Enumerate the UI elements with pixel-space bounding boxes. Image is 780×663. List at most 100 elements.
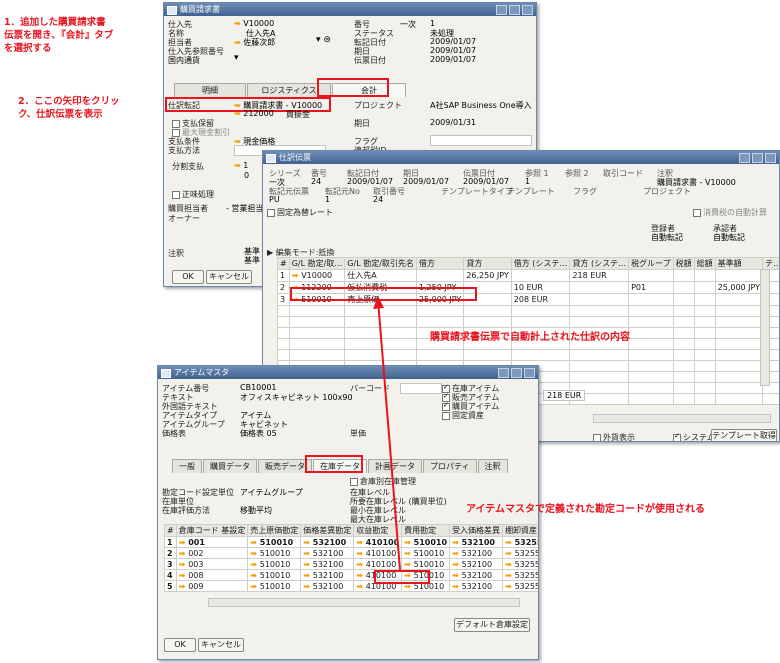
table-cell[interactable] <box>288 327 346 339</box>
link-arrow-icon[interactable]: ➡ <box>303 560 313 569</box>
item-column-header[interactable]: 価格差異勘定 <box>300 524 355 537</box>
journal-column-header[interactable]: G/L 勘定/取引先名 <box>344 257 417 270</box>
item-ok-button[interactable]: OK <box>164 638 196 652</box>
currency-dropdown-icon[interactable]: ▾ <box>234 53 239 63</box>
table-cell[interactable]: 1 <box>277 269 290 282</box>
default-warehouse-button[interactable]: デフォルト倉庫設定 <box>454 618 530 632</box>
table-cell[interactable]: 208 EUR <box>510 293 571 306</box>
link-arrow-icon[interactable]: ➡ <box>452 549 462 558</box>
table-cell[interactable] <box>628 327 674 339</box>
table-row[interactable]: 3 ➡ 003 ➡ 510010 ➡ 532100 ➡ 410100 ➡ 510010 ➡ … <box>164 558 538 570</box>
table-cell[interactable] <box>693 349 716 361</box>
link-arrow-icon[interactable]: ➡ <box>234 19 241 28</box>
close-icon[interactable] <box>524 368 535 378</box>
journal-column-header[interactable]: 貸方 <box>463 257 512 270</box>
barcode-input[interactable] <box>400 383 442 394</box>
checkbox-icon[interactable] <box>172 190 180 199</box>
table-cell[interactable] <box>714 316 764 328</box>
table-cell[interactable] <box>415 349 465 361</box>
contact-dropdown-icon[interactable]: ▾ ⊜ <box>316 35 331 45</box>
table-cell[interactable]: 10 EUR <box>510 281 571 294</box>
journal-column-header[interactable]: G/L 勘定/取… <box>288 257 346 270</box>
installments-arrow-icon[interactable]: ➡ <box>234 161 241 170</box>
item-column-header[interactable]: 売上原価勘定 <box>247 524 302 537</box>
journal-header-value[interactable]: 2009/01/07 <box>347 177 393 186</box>
maximize-icon[interactable] <box>752 153 763 163</box>
journal-column-header[interactable]: テ… <box>762 257 779 270</box>
link-arrow-icon[interactable]: ➡ <box>250 538 260 547</box>
table-cell[interactable]: ➡ 510010 <box>401 558 451 570</box>
table-cell[interactable]: ➡ 532550 <box>502 547 538 559</box>
account-field[interactable]: ➡ 212000 <box>234 109 274 118</box>
table-cell[interactable]: ➡ 410100 <box>353 536 403 548</box>
table-cell[interactable]: ➡ 002 <box>175 547 249 559</box>
table-cell[interactable] <box>693 382 716 394</box>
table-cell[interactable]: 3 <box>164 558 177 570</box>
table-cell[interactable]: 26,250 JPY <box>463 269 512 282</box>
item-tab[interactable]: 計画データ <box>368 459 422 473</box>
maximize-icon[interactable] <box>511 368 522 378</box>
item-cancel-button[interactable]: キャンセル <box>198 638 244 652</box>
table-cell[interactable] <box>693 393 716 405</box>
journal-column-header[interactable]: 総額 <box>693 257 716 270</box>
price-value[interactable]: 価格表 05 <box>240 428 277 439</box>
table-row[interactable]: 2 ➡ 002 ➡ 510010 ➡ 532100 ➡ 410100 ➡ 510010 ➡ … <box>164 547 538 559</box>
table-cell[interactable]: ➡ 410100 <box>353 547 403 559</box>
table-cell[interactable] <box>288 338 346 350</box>
fixed-rate-check[interactable]: 固定為替レート <box>267 207 333 218</box>
table-cell[interactable]: ➡ 532100 <box>449 558 504 570</box>
table-cell[interactable]: ➡ 532100 <box>300 580 355 592</box>
journal-header2-value[interactable]: PU <box>269 195 280 204</box>
link-arrow-icon[interactable]: ➡ <box>505 549 515 558</box>
auto-tax-check[interactable]: 消費税の自動計算 <box>693 207 767 218</box>
table-cell[interactable] <box>693 305 716 317</box>
link-arrow-icon[interactable]: ➡ <box>452 538 462 547</box>
link-arrow-icon[interactable]: ➡ <box>250 582 260 591</box>
minimize-icon[interactable] <box>496 5 507 15</box>
flag-select[interactable] <box>430 135 532 146</box>
currency-select[interactable]: 国内通貨 <box>168 55 200 66</box>
table-cell[interactable] <box>510 269 571 282</box>
link-arrow-icon[interactable]: ➡ <box>250 571 260 580</box>
link-arrow-icon[interactable]: ➡ <box>303 582 313 591</box>
table-cell[interactable] <box>672 316 695 328</box>
table-cell[interactable] <box>672 382 695 394</box>
table-cell[interactable] <box>628 316 674 328</box>
table-cell[interactable] <box>628 293 674 306</box>
table-cell[interactable] <box>510 305 571 317</box>
item-column-header[interactable]: 棚卸資産… <box>502 524 538 537</box>
table-cell[interactable] <box>672 281 695 294</box>
table-cell[interactable] <box>628 393 674 405</box>
link-arrow-icon[interactable]: ➡ <box>505 582 515 591</box>
table-cell[interactable]: ➡ 510010 <box>247 558 302 570</box>
table-cell[interactable]: 4 <box>164 569 177 581</box>
table-cell[interactable] <box>569 305 630 317</box>
posting-value[interactable]: 2009/01/07 <box>430 37 476 46</box>
vendor-field[interactable]: ➡ V10000 <box>234 19 274 28</box>
table-cell[interactable]: ➡ 009 <box>175 580 249 592</box>
table-cell[interactable] <box>628 382 674 394</box>
table-row[interactable]: 4 ➡ 008 ➡ 510010 ➡ 532100 ➡ 410100 ➡ 510010 ➡ … <box>164 569 538 581</box>
link-arrow-icon[interactable]: ➡ <box>292 271 302 280</box>
link-arrow-icon[interactable]: ➡ <box>303 571 313 580</box>
table-cell[interactable] <box>344 349 417 361</box>
close-icon[interactable] <box>522 5 533 15</box>
link-arrow-icon[interactable]: ➡ <box>356 582 366 591</box>
table-cell[interactable]: ➡ 003 <box>175 558 249 570</box>
table-cell[interactable] <box>672 269 695 282</box>
link-arrow-icon[interactable]: ➡ <box>179 560 189 569</box>
table-cell[interactable] <box>510 349 571 361</box>
link-arrow-icon[interactable]: ➡ <box>404 538 414 547</box>
number-value[interactable]: 1 <box>430 19 435 28</box>
link-arrow-icon[interactable]: ➡ <box>505 571 515 580</box>
checkbox-icon[interactable] <box>267 208 275 217</box>
table-cell[interactable] <box>672 360 695 372</box>
empty-row[interactable] <box>277 305 779 317</box>
table-cell[interactable] <box>693 316 716 328</box>
journal-column-header[interactable]: 税額 <box>672 257 695 270</box>
table-cell[interactable] <box>714 349 764 361</box>
journal-column-header[interactable]: 借方 (システ… <box>510 257 571 270</box>
table-cell[interactable] <box>277 316 290 328</box>
manage-check[interactable]: 倉庫別在庫管理 <box>350 476 416 487</box>
checkbox-icon[interactable] <box>693 208 701 217</box>
